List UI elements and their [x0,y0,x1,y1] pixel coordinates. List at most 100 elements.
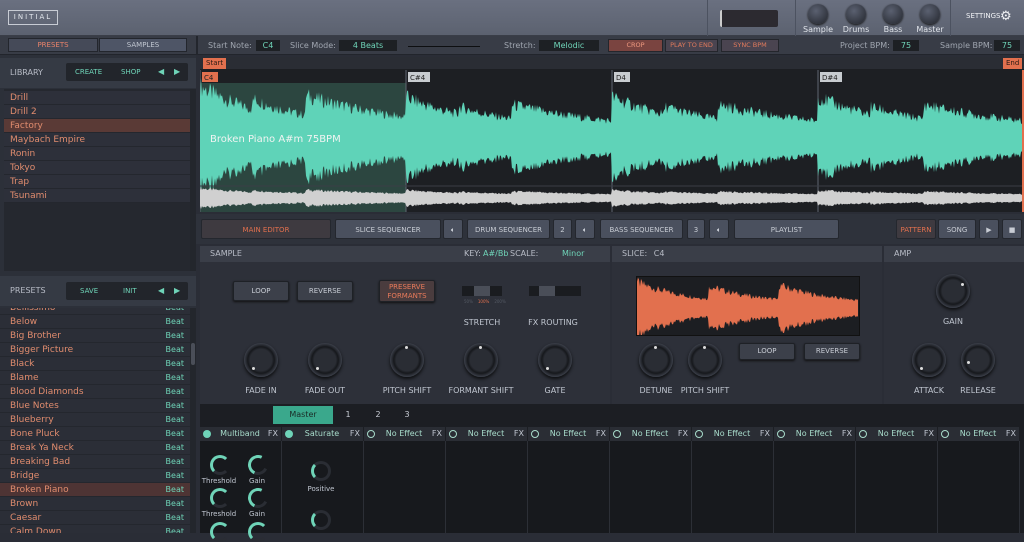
arrow-left-icon[interactable]: ◀ [158,286,164,295]
fx-edit-button[interactable]: FX [350,427,360,441]
fx-name-selector[interactable]: No Effect [706,427,758,441]
fx-edit-button[interactable]: FX [842,427,852,441]
crop-button[interactable]: CROP [608,39,663,52]
fade-in-knob[interactable] [244,343,278,377]
settings-button[interactable]: SETTINGS [966,12,1000,20]
pitch-shift-knob[interactable] [688,343,722,377]
gate-knob[interactable] [538,343,572,377]
slice-mode-field[interactable]: 4 Beats [339,40,397,51]
fx-power-toggle[interactable] [859,430,867,438]
fx-edit-button[interactable]: FX [924,427,934,441]
fx-name-selector[interactable]: No Effect [378,427,430,441]
preset-item[interactable]: Bigger Picture Beat [0,343,190,357]
fx-name-selector[interactable]: No Effect [460,427,512,441]
arrow-right-icon[interactable]: ▶ [174,67,180,76]
arrow-right-icon[interactable]: ▶ [174,286,180,295]
stretch-option[interactable]: 50% [464,299,473,304]
fx-edit-button[interactable]: FX [760,427,770,441]
shop-button[interactable]: SHOP [121,68,140,76]
preset-item[interactable]: Bellissimo Beat [0,308,190,315]
switch-handle[interactable] [474,286,490,296]
preset-item[interactable]: Calm Down Beat [0,525,190,533]
preset-item[interactable]: Big Brother Beat [0,329,190,343]
project-bpm-field[interactable]: 75 [893,40,919,51]
song-button[interactable]: SONG [938,219,976,239]
create-button[interactable]: CREATE [75,68,102,76]
preset-item[interactable]: Blueberry Beat [0,413,190,427]
stretch-field[interactable]: Melodic [539,40,599,51]
tab-drum-sequencer[interactable]: DRUM SEQUENCER [467,219,550,239]
scrollbar-thumb[interactable] [191,343,195,365]
stretch-option[interactable]: 100% [478,299,489,304]
fx-edit-button[interactable]: FX [596,427,606,441]
fx-power-toggle[interactable] [367,430,375,438]
key-value[interactable]: A#/Bb [483,246,508,262]
drum-channel-number[interactable]: 2 [553,219,572,239]
tab-samples[interactable]: SAMPLES [99,38,187,52]
preserve-formants-button[interactable]: PRESERVE FORMANTS [379,280,435,302]
speaker-icon[interactable]: 🔈︎ [443,219,463,239]
save-button[interactable]: SAVE [80,287,98,295]
presets-scrollbar[interactable] [190,308,196,533]
pattern-button[interactable]: PATTERN [896,219,936,239]
sample-volume-knob[interactable] [808,4,828,24]
loop-button[interactable]: LOOP [233,281,289,301]
tab-slice-sequencer[interactable]: SLICE SEQUENCER [335,219,441,239]
switch-handle[interactable] [539,286,555,296]
master-volume-knob[interactable] [920,4,940,24]
preset-item[interactable]: Break Ya Neck Beat [0,441,190,455]
preset-item[interactable]: Blue Notes Beat [0,399,190,413]
slice-loop-button[interactable]: LOOP [739,343,795,360]
threshold-knob[interactable] [210,455,230,475]
speaker-icon[interactable]: 🔈︎ [709,219,729,239]
start-marker[interactable]: Start [203,58,227,69]
fx-name-selector[interactable]: No Effect [788,427,840,441]
formant-shift-knob[interactable] [464,343,498,377]
gain-knob[interactable] [248,522,268,542]
attack-knob[interactable] [912,343,946,377]
release-knob[interactable] [961,343,995,377]
fx-edit-button[interactable]: FX [432,427,442,441]
tab-playlist[interactable]: PLAYLIST [734,219,839,239]
stretch-switch[interactable] [462,286,502,296]
fx-tab-2[interactable]: 2 [366,406,390,424]
tab-bass-sequencer[interactable]: BASS SEQUENCER [600,219,683,239]
preset-item[interactable]: Below Beat [0,315,190,329]
gear-icon[interactable]: ⚙ [1000,9,1012,24]
preset-item[interactable]: Breaking Bad Beat [0,455,190,469]
gain-knob[interactable] [936,274,970,308]
fx-power-toggle[interactable] [449,430,457,438]
scale-value[interactable]: Minor [562,246,584,262]
fx-name-selector[interactable]: Multiband [214,427,266,441]
fx-tab-3[interactable]: 3 [395,406,419,424]
detune-knob[interactable] [639,343,673,377]
start-note-field[interactable]: C4 [256,40,280,51]
preset-item[interactable]: Blame Beat [0,371,190,385]
end-marker[interactable]: End [1003,58,1023,69]
fx-tab-master[interactable]: Master [273,406,333,424]
waveform-editor[interactable]: Start End C4 C#4 D4 D#4 Broken Piano A#m 75… [200,57,1024,212]
library-item[interactable]: Drill [4,91,190,105]
preset-item[interactable]: Black Beat [0,357,190,371]
library-item[interactable]: Tokyo [4,161,190,175]
fx-edit-button[interactable]: FX [678,427,688,441]
init-button[interactable]: INIT [123,287,137,295]
fx-name-selector[interactable]: No Effect [624,427,676,441]
library-item[interactable]: Drill 2 [4,105,190,119]
preset-item[interactable]: Caesar Beat [0,511,190,525]
stretch-option[interactable]: 200% [494,299,505,304]
threshold-knob[interactable] [210,522,230,542]
sample-bpm-field[interactable]: 75 [994,40,1020,51]
fx-edit-button[interactable]: FX [268,427,278,441]
library-item[interactable]: Tsunami [4,189,190,203]
reverse-button[interactable]: REVERSE [297,281,353,301]
fx-tab-1[interactable]: 1 [336,406,360,424]
fx-power-toggle[interactable] [613,430,621,438]
preset-item[interactable]: Bridge Beat [0,469,190,483]
fade-out-knob[interactable] [308,343,342,377]
drums-volume-knob[interactable] [846,4,866,24]
fx-power-toggle[interactable] [777,430,785,438]
threshold-knob[interactable] [210,488,230,508]
sync-bpm-button[interactable]: SYNC BPM [721,39,779,52]
fx-power-toggle[interactable] [531,430,539,438]
